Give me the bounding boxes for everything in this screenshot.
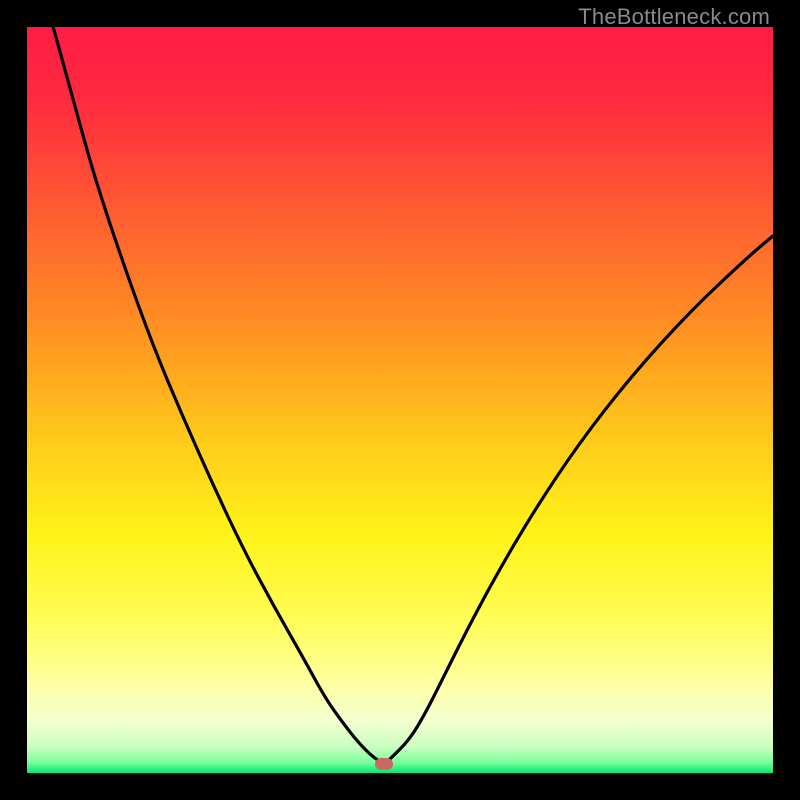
chart-frame: TheBottleneck.com: [0, 0, 800, 800]
plot-area: [27, 27, 773, 773]
bottleneck-curve: [27, 27, 773, 773]
optimal-marker: [375, 758, 393, 770]
